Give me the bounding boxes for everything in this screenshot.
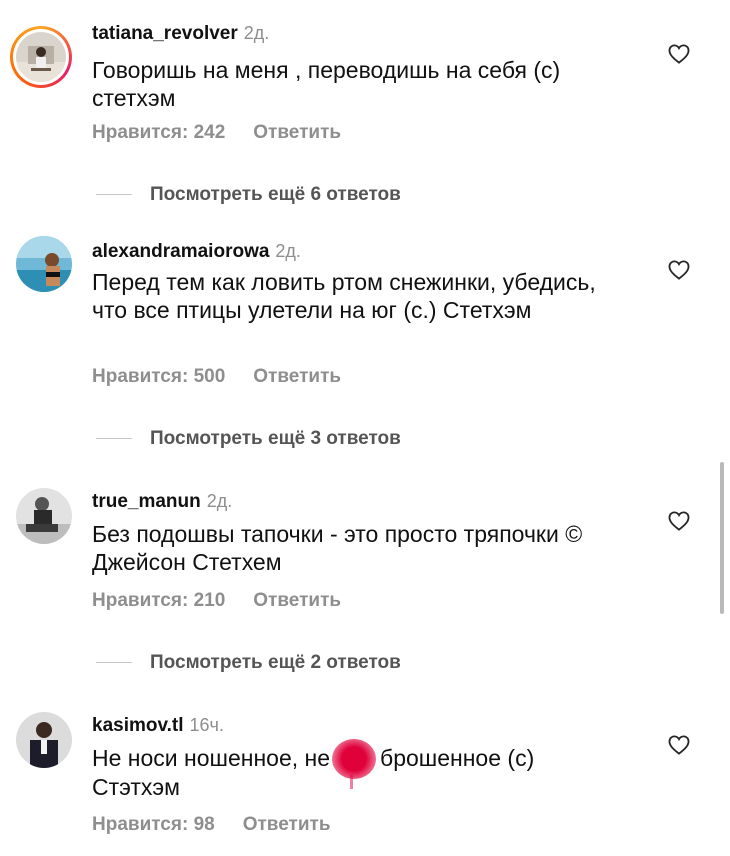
comment-header: true_manun 2д. [92, 490, 232, 513]
likes-count: Нравится: 242 [92, 122, 226, 143]
comment-text: Перед тем как ловить ртом снежинки, убед… [92, 269, 596, 323]
view-more-replies[interactable]: Посмотреть ещё 3 ответов [92, 428, 401, 450]
avatar[interactable] [16, 712, 72, 768]
comment-text-part: Не носи ношенное, не [92, 745, 331, 771]
reply-button[interactable]: Ответить [243, 814, 331, 835]
username[interactable]: tatiana_revolver [92, 23, 238, 44]
timestamp: 2д. [206, 491, 233, 511]
redaction-mark [330, 738, 380, 789]
heart-icon[interactable] [668, 44, 690, 64]
likes-count: Нравится: 210 [92, 590, 226, 611]
comment-meta: Нравится: 98 Ответить [92, 814, 331, 836]
comment-meta: Нравится: 242 Ответить [92, 122, 341, 144]
avatar[interactable] [16, 488, 72, 544]
view-more-replies-label: Посмотреть ещё 3 ответов [150, 428, 401, 449]
timestamp: 16ч. [189, 715, 224, 735]
reply-button[interactable]: Ответить [253, 590, 341, 611]
comment-header: alexandramaiorowa 2д. [92, 240, 301, 263]
comment-text: Без подошвы тапочки - это просто тряпочк… [92, 521, 583, 575]
view-more-replies[interactable]: Посмотреть ещё 2 ответов [92, 652, 401, 674]
avatar[interactable] [16, 236, 72, 292]
comment-meta: Нравится: 210 Ответить [92, 590, 341, 612]
reply-button[interactable]: Ответить [253, 366, 341, 387]
view-more-replies[interactable]: Посмотреть ещё 6 ответов [92, 184, 401, 206]
comment-text-part: Стэтхэм [92, 773, 180, 800]
heart-icon[interactable] [668, 260, 690, 280]
scrollbar[interactable] [720, 462, 724, 614]
comment-header: kasimov.tl 16ч. [92, 714, 224, 737]
comment-text: Говоришь на меня , переводишь на себя (с… [92, 57, 561, 111]
timestamp: 2д. [243, 23, 270, 43]
heart-icon[interactable] [668, 511, 690, 531]
timestamp: 2д. [275, 241, 301, 261]
heart-icon[interactable] [668, 735, 690, 755]
username[interactable]: alexandramaiorowa [92, 241, 269, 262]
divider [96, 438, 132, 440]
comment-text-part: брошенное (с) [380, 745, 535, 771]
avatar[interactable] [10, 26, 72, 88]
username[interactable]: true_manun [92, 491, 201, 512]
comment-header: tatiana_revolver 2д. [92, 22, 269, 45]
comment-meta: Нравится: 500 Ответить [92, 366, 341, 388]
likes-count: Нравится: 500 [92, 366, 226, 387]
divider [96, 194, 132, 196]
comment-text: Не носи ношенное, не брошенное (с) Стэтхэ… [92, 738, 652, 801]
likes-count: Нравится: 98 [92, 814, 215, 835]
view-more-replies-label: Посмотреть ещё 6 ответов [150, 184, 401, 205]
view-more-replies-label: Посмотреть ещё 2 ответов [150, 652, 401, 673]
username[interactable]: kasimov.tl [92, 715, 184, 736]
reply-button[interactable]: Ответить [253, 122, 341, 143]
divider [96, 662, 132, 664]
